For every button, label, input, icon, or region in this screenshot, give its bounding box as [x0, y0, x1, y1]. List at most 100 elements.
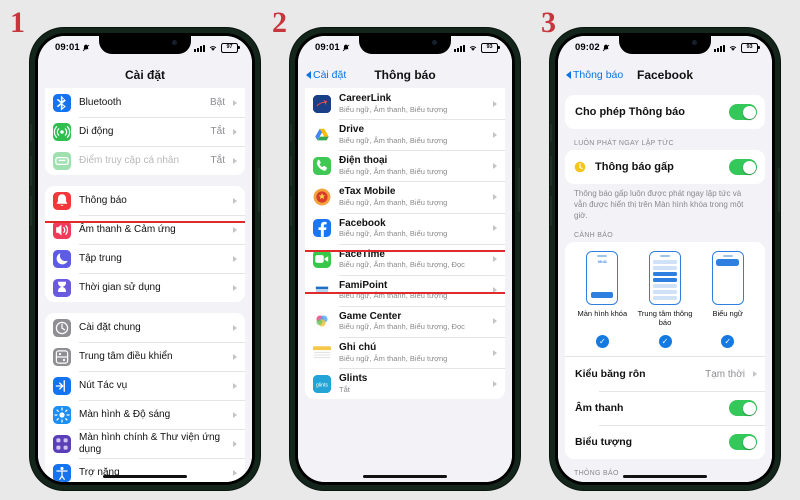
- volume-up-button[interactable]: [30, 156, 32, 186]
- settings-row-control-center[interactable]: Trung tâm điều khiển: [45, 342, 245, 371]
- chevron-right-icon: [493, 100, 497, 107]
- app-row-drive[interactable]: Drive Biểu ngữ, Âm thanh, Biểu tượng: [305, 119, 505, 150]
- alert-option-caption: Biểu ngữ: [712, 309, 743, 319]
- alert-option-notification-center[interactable]: Trung tâm thông báo: [634, 251, 697, 327]
- settings-row-general[interactable]: Cài đặt chung: [45, 313, 245, 342]
- settings-row-value: Bật: [209, 97, 225, 108]
- settings-row-focus[interactable]: Tập trung: [45, 244, 245, 273]
- app-name: Ghi chú: [339, 342, 377, 353]
- game-center-icon: [313, 312, 331, 331]
- app-sub: Biểu ngữ, Âm thanh, Biểu tượng: [339, 197, 448, 207]
- badges-label: Biểu tượng: [575, 436, 633, 449]
- chevron-right-icon: [493, 287, 497, 294]
- focus-icon: [53, 249, 71, 268]
- power-button[interactable]: [518, 168, 520, 212]
- settings-row-notifications[interactable]: Thông báo: [45, 186, 245, 215]
- settings-row-bluetooth[interactable]: Bluetooth Bật: [45, 88, 245, 117]
- back-button[interactable]: Thông báo: [566, 69, 623, 81]
- app-row-famipoint[interactable]: FamiPoint Biểu ngữ, Âm thanh, Biểu tượng: [305, 274, 505, 306]
- status-time-group: 09:02: [575, 42, 610, 53]
- volume-down-button[interactable]: [550, 196, 552, 226]
- settings-row-label: Điểm truy cập cá nhân: [79, 154, 180, 166]
- status-time: 09:01: [55, 42, 80, 53]
- alert-options: 09:41 Màn hình khóa Trung tâm thông báo …: [565, 242, 765, 334]
- time-sensitive-group: Thông báo gấp: [565, 150, 765, 184]
- step-number-1: 1: [10, 6, 25, 39]
- settings-row-display-brightness[interactable]: Màn hình & Độ sáng: [45, 400, 245, 429]
- action-button-icon: [53, 376, 71, 395]
- lock-screen-preview-icon: 09:41: [586, 251, 619, 306]
- settings-row-screen-time[interactable]: Thời gian sử dụng: [45, 273, 245, 302]
- alert-option-banner[interactable]: Biểu ngữ: [696, 251, 759, 327]
- settings-list[interactable]: Bluetooth Bật Di động Tắt Điểm truy cập …: [38, 88, 252, 482]
- app-row-facebook[interactable]: Facebook Biểu ngữ, Âm thanh, Biểu tượng: [305, 212, 505, 244]
- facetime-icon: [313, 250, 331, 269]
- home-indicator: [103, 474, 187, 478]
- mute-switch[interactable]: [290, 124, 292, 142]
- notes-icon: [313, 343, 331, 362]
- back-button[interactable]: Cài đặt: [306, 69, 346, 81]
- app-row-facetime[interactable]: FaceTime Biểu ngữ, Âm thanh, Biểu tượng,…: [305, 243, 505, 275]
- app-row-phone[interactable]: Điện thoại Biểu ngữ, Âm thanh, Biểu tượn…: [305, 150, 505, 181]
- allow-notifications-toggle[interactable]: [729, 104, 757, 120]
- checkmark-notification-center[interactable]: ✓: [658, 335, 672, 349]
- volume-up-button[interactable]: [290, 156, 292, 186]
- mute-switch[interactable]: [30, 124, 32, 142]
- sounds-label: Âm thanh: [575, 402, 624, 415]
- row-allow-notifications[interactable]: Cho phép Thông báo: [565, 95, 765, 129]
- settings-row-label: Di động: [79, 125, 114, 137]
- settings-row-label: Bluetooth: [79, 96, 122, 108]
- app-row-text: FamiPoint Biểu ngữ, Âm thanh, Biểu tượng: [339, 275, 485, 306]
- volume-up-button[interactable]: [550, 156, 552, 186]
- app-row-notes[interactable]: Ghi chú Biểu ngữ, Âm thanh, Biểu tượng: [305, 337, 505, 368]
- sounds-toggle[interactable]: [729, 400, 757, 417]
- notifications-icon: [53, 191, 71, 210]
- screentime-icon: [53, 278, 71, 297]
- settings-row-value: Tắt: [210, 155, 225, 166]
- app-sub: Biểu ngữ, Âm thanh, Biểu tượng, Đọc: [339, 260, 465, 270]
- chevron-left-icon: [566, 71, 571, 79]
- settings-row-action-button[interactable]: Nút Tác vụ: [45, 371, 245, 400]
- settings-row-cellular[interactable]: Di động Tắt: [45, 117, 245, 146]
- app-row-text: Drive Biểu ngữ, Âm thanh, Biểu tượng: [339, 119, 485, 150]
- back-button-label: Thông báo: [573, 69, 624, 81]
- facebook-notification-settings[interactable]: Cho phép Thông báo LUÔN PHÁT NGAY LẬP TỨ…: [558, 88, 772, 482]
- row-time-sensitive[interactable]: Thông báo gấp: [565, 150, 765, 184]
- home-screen-icon: [53, 434, 71, 453]
- settings-row-sounds-haptics[interactable]: Âm thanh & Cảm ứng: [45, 215, 245, 244]
- alert-option-lock-screen[interactable]: 09:41 Màn hình khóa: [571, 251, 634, 327]
- row-badges[interactable]: Biểu tượng: [565, 425, 765, 459]
- battery-icon: 93: [741, 43, 760, 53]
- power-button[interactable]: [258, 168, 260, 212]
- volume-down-button[interactable]: [290, 196, 292, 226]
- settings-row-personal-hotspot[interactable]: Điểm truy cập cá nhân Tắt: [45, 146, 245, 175]
- row-banner-style[interactable]: Kiểu băng rôn Tạm thời: [565, 356, 765, 391]
- app-name: CareerLink: [339, 93, 392, 104]
- chevron-right-icon: [493, 193, 497, 200]
- notification-center-preview-icon: [649, 251, 681, 306]
- row-sounds[interactable]: Âm thanh: [565, 391, 765, 425]
- app-row-text: Ghi chú Biểu ngữ, Âm thanh, Biểu tượng: [339, 337, 485, 368]
- settings-row-label: Tập trung: [79, 252, 122, 264]
- settings-row-accessibility[interactable]: Trợ năng: [45, 458, 245, 482]
- alert-option-caption: Màn hình khóa: [577, 309, 628, 319]
- checkmark-banner[interactable]: ✓: [721, 335, 735, 349]
- badges-toggle[interactable]: [729, 434, 757, 451]
- settings-row-home-screen[interactable]: Màn hình chính & Thư viện ứng dụng: [45, 429, 245, 458]
- app-row-etax-mobile[interactable]: eTax Mobile Biểu ngữ, Âm thanh, Biểu tượ…: [305, 181, 505, 212]
- battery-level: 93: [746, 44, 753, 51]
- accessibility-icon: [53, 463, 71, 482]
- app-row-game-center[interactable]: Game Center Biểu ngữ, Âm thanh, Biểu tượ…: [305, 305, 505, 337]
- volume-down-button[interactable]: [30, 196, 32, 226]
- app-row-careerlink[interactable]: CareerLink Biểu ngữ, Âm thanh, Biểu tượn…: [305, 88, 505, 119]
- banner-style-value: Tạm thời: [705, 368, 745, 380]
- checkmark-lock-screen[interactable]: ✓: [595, 335, 609, 349]
- facebook-icon: [313, 219, 331, 238]
- app-name: FaceTime: [339, 248, 385, 260]
- power-button[interactable]: [778, 168, 780, 212]
- notification-app-list[interactable]: CareerLink Biểu ngữ, Âm thanh, Biểu tượn…: [298, 88, 512, 482]
- mute-switch[interactable]: [550, 124, 552, 142]
- time-sensitive-toggle[interactable]: [729, 159, 757, 175]
- app-row-glints[interactable]: glints Glints Tắt: [305, 368, 505, 399]
- app-row-text: eTax Mobile Biểu ngữ, Âm thanh, Biểu tượ…: [339, 181, 485, 212]
